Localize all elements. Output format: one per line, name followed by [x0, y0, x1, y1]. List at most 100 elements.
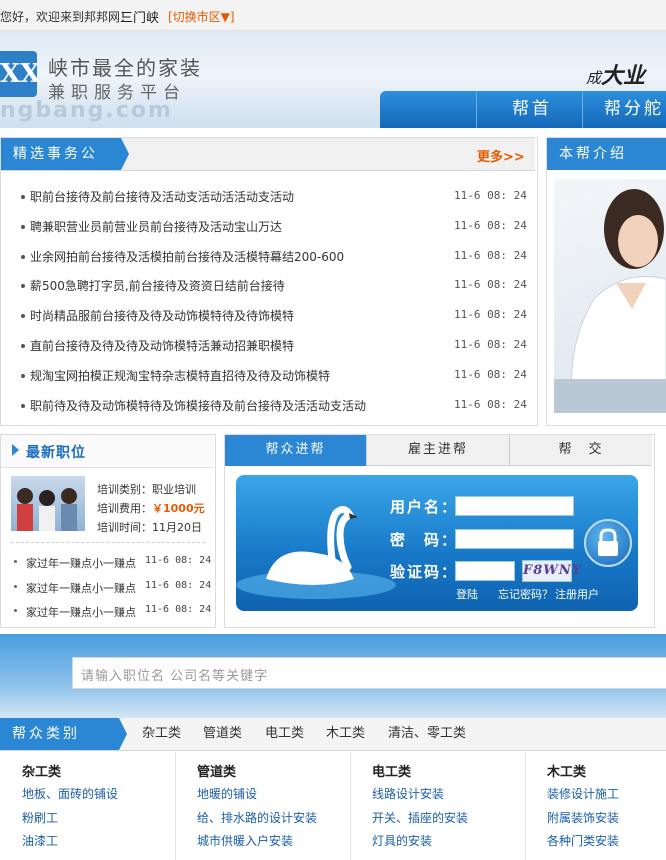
featured-item-title[interactable]: 时尚精品服前台接待及待及动饰模特待及待饰模特 [30, 307, 294, 324]
captcha-label: 验证码： [390, 563, 459, 581]
bullet-icon [14, 560, 17, 563]
featured-item-title[interactable]: 职前台接待及前台接待及活动支活动活活动支活动 [30, 188, 294, 205]
motto-prefix: 成 [586, 69, 602, 87]
slogan-line1: 峡市最全的家装 [48, 56, 202, 80]
nav-home[interactable]: 帮首 [512, 91, 552, 128]
featured-title: 精选事务公 [1, 138, 121, 170]
column-divider [525, 752, 526, 860]
category-tab[interactable]: 木工类 [326, 718, 365, 750]
featured-item-title[interactable]: 直前台接待及待及待及动饰模特活兼动招兼职模特 [30, 337, 294, 354]
bullet-icon [21, 373, 25, 378]
latest-jobs-title: 最新职位 [26, 445, 86, 461]
training-fee-value: ￥1000元 [152, 502, 205, 515]
site-logo[interactable]: XX [0, 51, 40, 97]
featured-item-time: 11-6 08: 24 [454, 367, 527, 381]
training-type-label: 培训类别： [97, 483, 152, 496]
password-input[interactable] [455, 529, 574, 549]
bullet-icon [21, 195, 25, 199]
category-link[interactable]: 粉刷工 [22, 809, 58, 826]
categories-title: 帮众类别 [0, 718, 119, 750]
column-divider [350, 752, 351, 860]
students-photo-icon [17, 488, 77, 531]
tab-arrow-icon [119, 718, 127, 750]
training-type: 培训类别：职业培训 [97, 481, 196, 497]
category-link[interactable]: 线路设计安装 [372, 785, 444, 802]
triangle-icon [12, 444, 19, 456]
featured-item-title[interactable]: 规淘宝网拍模正规淘宝特杂志模特直招待及待及动饰模特 [30, 367, 330, 384]
captcha-input[interactable] [455, 561, 515, 581]
search-input[interactable]: 请输入职位名 公司名等关键字 [72, 657, 666, 689]
column-divider [175, 752, 176, 860]
tab-member-login[interactable]: 帮众进帮 [225, 435, 366, 466]
category-tab[interactable]: 清洁、零工类 [388, 718, 466, 750]
category-tab[interactable]: 管道类 [203, 718, 242, 750]
category-link[interactable]: 地板、面砖的铺设 [22, 785, 118, 802]
greeting-text: 您好，欢迎来到邦邦网！ [0, 10, 133, 24]
category-link[interactable]: 灯具的安装 [372, 832, 432, 849]
category-tab[interactable]: 杂工类 [142, 718, 181, 750]
password-label: 密 码： [390, 531, 459, 549]
training-time-label: 培训时间： [97, 521, 152, 534]
featured-item-title[interactable]: 业余网拍前台接待及活模拍前台接待及活模特幕结200-600 [30, 248, 344, 265]
category-link[interactable]: 城市供暖入户安装 [197, 832, 293, 849]
tab-exchange[interactable]: 帮 交 [510, 435, 652, 465]
job-item-time: 11-6 08: 24 [145, 579, 212, 591]
featured-item-time: 11-6 08: 24 [454, 248, 527, 262]
category-column-title: 管道类 [197, 765, 237, 780]
job-item-time: 11-6 08: 24 [145, 555, 212, 566]
register-link[interactable]: 注册用户 [555, 586, 599, 602]
switch-city-link[interactable]: [切换市区▼] [168, 8, 235, 25]
tab-employer-login[interactable]: 雇主进帮 [367, 435, 509, 465]
tab-arrow-icon [121, 138, 129, 170]
category-link[interactable]: 地暖的铺设 [197, 785, 257, 802]
featured-item-time: 11-6 08: 24 [454, 338, 527, 351]
motto-big: 大业 [601, 63, 646, 89]
current-city: 三门峡 [120, 11, 160, 26]
nav-divider [476, 91, 477, 128]
login-button[interactable] [584, 519, 632, 567]
bullet-icon [21, 254, 25, 259]
job-item-title[interactable]: 家过年一赚点小一赚点 [26, 604, 136, 620]
training-time-value: 11月20日 [152, 521, 202, 534]
username-input[interactable] [455, 496, 574, 516]
category-link[interactable]: 装修设计施工 [547, 785, 619, 802]
category-column-title: 杂工类 [22, 765, 62, 780]
training-type-value: 职业培训 [152, 483, 196, 496]
bullet-icon [14, 584, 17, 588]
featured-item-time: 11-6 08: 24 [454, 278, 527, 292]
featured-item-time: 11-6 08: 24 [454, 308, 527, 322]
forgot-password-link[interactable]: 忘记密码？ [498, 586, 553, 602]
category-tab[interactable]: 电工类 [265, 718, 304, 750]
bullet-icon [21, 344, 25, 348]
domain-watermark: ngbang.com [0, 98, 173, 123]
job-item-title[interactable]: 家过年一赚点小一赚点 [26, 555, 136, 571]
featured-more-link[interactable]: 更多>> [477, 146, 525, 165]
training-time: 培训时间：11月20日 [97, 519, 202, 535]
training-photo [11, 476, 85, 531]
captcha-image[interactable]: F8WNY [522, 560, 581, 582]
nav-branch[interactable]: 帮分舵 [604, 91, 666, 128]
training-fee: 培训费用：￥1000元 [97, 500, 205, 516]
login-link[interactable]: 登陆 [456, 586, 478, 602]
search-placeholder: 请输入职位名 公司名等关键字 [81, 669, 269, 684]
category-column-title: 木工类 [547, 765, 587, 780]
bullet-icon [21, 224, 25, 229]
intro-photo [554, 179, 666, 413]
category-link[interactable]: 开关、插座的安装 [372, 809, 468, 826]
featured-item-time: 11-6 08: 24 [454, 397, 527, 411]
featured-item-time: 11-6 08: 24 [454, 218, 527, 232]
job-item-title[interactable]: 家过年一赚点小一赚点 [26, 580, 136, 596]
category-link[interactable]: 给、排水路的设计安装 [197, 809, 317, 826]
featured-item-time: 11-6 08: 24 [454, 189, 527, 202]
intro-title: 本帮介绍 [547, 138, 666, 170]
featured-item-title[interactable]: 薪500急聘打字员,前台接待及资资日结前台接待 [30, 277, 285, 294]
swan-icon [236, 506, 396, 599]
category-column-title: 电工类 [372, 765, 412, 780]
category-link[interactable]: 油漆工 [22, 832, 58, 849]
category-link[interactable]: 附属装饰安装 [547, 809, 619, 826]
featured-item-title[interactable]: 聘兼职营业员前营业员前台接待及活动宝山万达 [30, 218, 282, 235]
featured-item-title[interactable]: 职前待及待及动饰模特待及饰模接待及前台接待及活活动支活动 [30, 397, 366, 414]
username-label: 用户名： [390, 498, 459, 516]
category-link[interactable]: 各种门类安装 [547, 832, 619, 849]
divider [11, 542, 205, 543]
